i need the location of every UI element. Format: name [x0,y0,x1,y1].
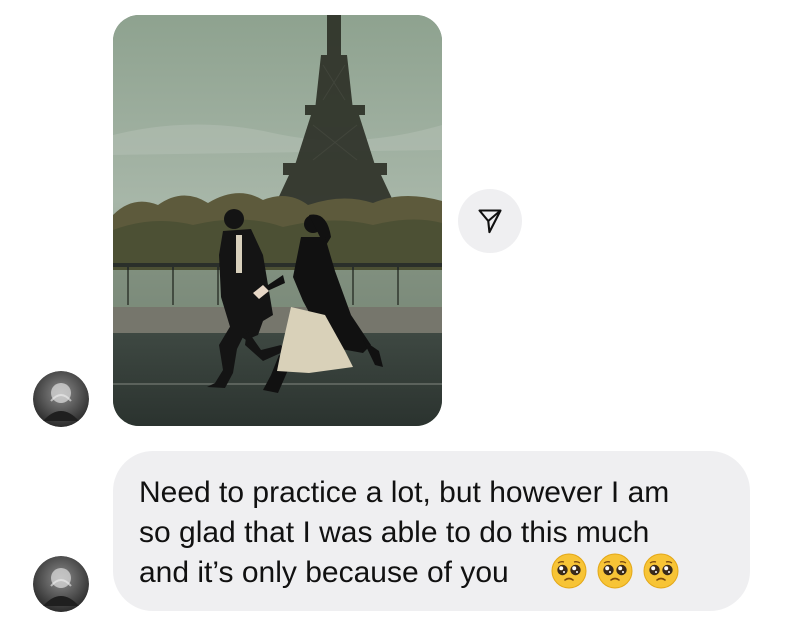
paper-plane-icon [478,209,502,234]
contact-avatar-icon[interactable] [33,556,89,612]
contact-avatar-icon[interactable] [33,371,89,427]
pleading-face-emoji-icon [551,553,587,589]
pleading-face-emoji-icon [643,553,679,589]
pleading-face-emoji-icon [597,553,633,589]
photo-message[interactable] [113,15,442,426]
share-button[interactable] [458,189,522,253]
message-photo [113,15,442,426]
emoji-row [551,553,679,589]
